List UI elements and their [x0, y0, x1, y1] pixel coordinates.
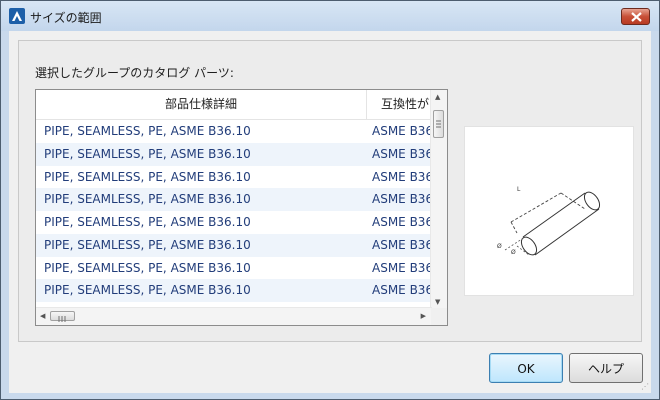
- resize-grip-icon[interactable]: ⋰: [641, 382, 649, 391]
- list-rows: PIPE, SEAMLESS, PE, ASME B36.10 ASME B36 …: [36, 120, 432, 302]
- column-header-spec[interactable]: 部品仕様詳細: [36, 90, 367, 119]
- dialog-client: 選択したグループのカタログ パーツ: 部品仕様詳細 互換性が PIPE, SEA…: [9, 31, 651, 393]
- cell-spec: PIPE, SEAMLESS, PE, ASME B36.10: [44, 237, 251, 252]
- cell-compat: ASME B36: [372, 260, 432, 275]
- catalog-parts-label: 選択したグループのカタログ パーツ:: [35, 66, 234, 80]
- table-row[interactable]: PIPE, SEAMLESS, PE, ASME B36.10 ASME B36: [36, 257, 432, 280]
- cell-spec: PIPE, SEAMLESS, PE, ASME B36.10: [44, 215, 251, 229]
- scroll-left-icon[interactable]: ◀: [40, 312, 45, 320]
- cell-compat: ASME B36: [372, 169, 432, 184]
- svg-text:Ø: Ø: [497, 243, 502, 250]
- cell-spec: PIPE, SEAMLESS, PE, ASME B36.10: [44, 124, 251, 138]
- cell-compat: ASME B36: [372, 215, 432, 229]
- vertical-scrollbar[interactable]: ▲ ▼: [430, 90, 447, 309]
- cell-spec: PIPE, SEAMLESS, PE, ASME B36.10: [44, 260, 251, 275]
- cell-spec: PIPE, SEAMLESS, PE, ASME B36.10: [44, 146, 251, 161]
- table-row[interactable]: PIPE, SEAMLESS, PE, ASME B36.10 ASME B36: [36, 142, 432, 166]
- column-header-compat[interactable]: 互換性が: [367, 90, 432, 119]
- horizontal-scroll-thumb[interactable]: [50, 311, 75, 322]
- svg-text:Ø: Ø: [511, 249, 516, 256]
- grip-icon: [436, 120, 441, 128]
- table-row[interactable]: PIPE, SEAMLESS, PE, ASME B36.10 ASME B36: [36, 188, 432, 211]
- catalog-parts-list[interactable]: 部品仕様詳細 互換性が PIPE, SEAMLESS, PE, ASME B36…: [35, 89, 448, 326]
- close-icon: [631, 12, 642, 22]
- table-row[interactable]: PIPE, SEAMLESS, PE, ASME B36.10 ASME B36: [36, 211, 432, 234]
- cell-compat: ASME B36: [372, 237, 432, 252]
- close-button[interactable]: [621, 8, 650, 25]
- table-row[interactable]: PIPE, SEAMLESS, PE, ASME B36.10 ASME B36: [36, 120, 432, 143]
- cell-compat: ASME B36: [372, 192, 432, 207]
- window-title: サイズの範囲: [30, 11, 102, 25]
- scroll-up-icon[interactable]: ▲: [435, 93, 440, 101]
- dialog-window: サイズの範囲 選択したグループのカタログ パーツ: 部品仕様詳細 互換性が PI…: [0, 0, 660, 400]
- table-row[interactable]: PIPE, SEAMLESS, PE, ASME B36.10 ASME B36: [36, 233, 432, 257]
- pipe-preview-image: Ø Ø L: [464, 126, 634, 296]
- horizontal-scrollbar[interactable]: ◀ ▶: [36, 307, 432, 325]
- table-row[interactable]: PIPE, SEAMLESS, PE, ASME B36.10 ASME B36: [36, 166, 432, 189]
- cell-compat: ASME B36: [372, 283, 432, 298]
- parts-group: 選択したグループのカタログ パーツ: 部品仕様詳細 互換性が PIPE, SEA…: [18, 40, 642, 342]
- cell-compat: ASME B36: [372, 146, 432, 161]
- cell-spec: PIPE, SEAMLESS, PE, ASME B36.10: [44, 192, 251, 207]
- help-button[interactable]: ヘルプ: [569, 353, 643, 383]
- ok-button[interactable]: OK: [489, 353, 563, 383]
- table-row[interactable]: PIPE, SEAMLESS, PE, ASME B36.10 ASME B36: [36, 279, 432, 302]
- cell-compat: ASME B36: [372, 124, 432, 138]
- list-header: 部品仕様詳細 互換性が: [36, 90, 432, 120]
- pipe-drawing: Ø Ø L: [497, 186, 601, 256]
- app-icon: [9, 8, 25, 24]
- title-bar[interactable]: サイズの範囲: [1, 1, 659, 31]
- scroll-right-icon[interactable]: ▶: [421, 312, 426, 320]
- scrollbar-corner: [431, 308, 447, 325]
- svg-text:L: L: [517, 186, 521, 193]
- vertical-scroll-thumb[interactable]: [433, 110, 444, 138]
- cell-spec: PIPE, SEAMLESS, PE, ASME B36.10: [44, 283, 251, 298]
- cell-spec: PIPE, SEAMLESS, PE, ASME B36.10: [44, 169, 251, 184]
- grip-icon: [58, 316, 66, 322]
- scroll-down-icon[interactable]: ▼: [435, 298, 440, 306]
